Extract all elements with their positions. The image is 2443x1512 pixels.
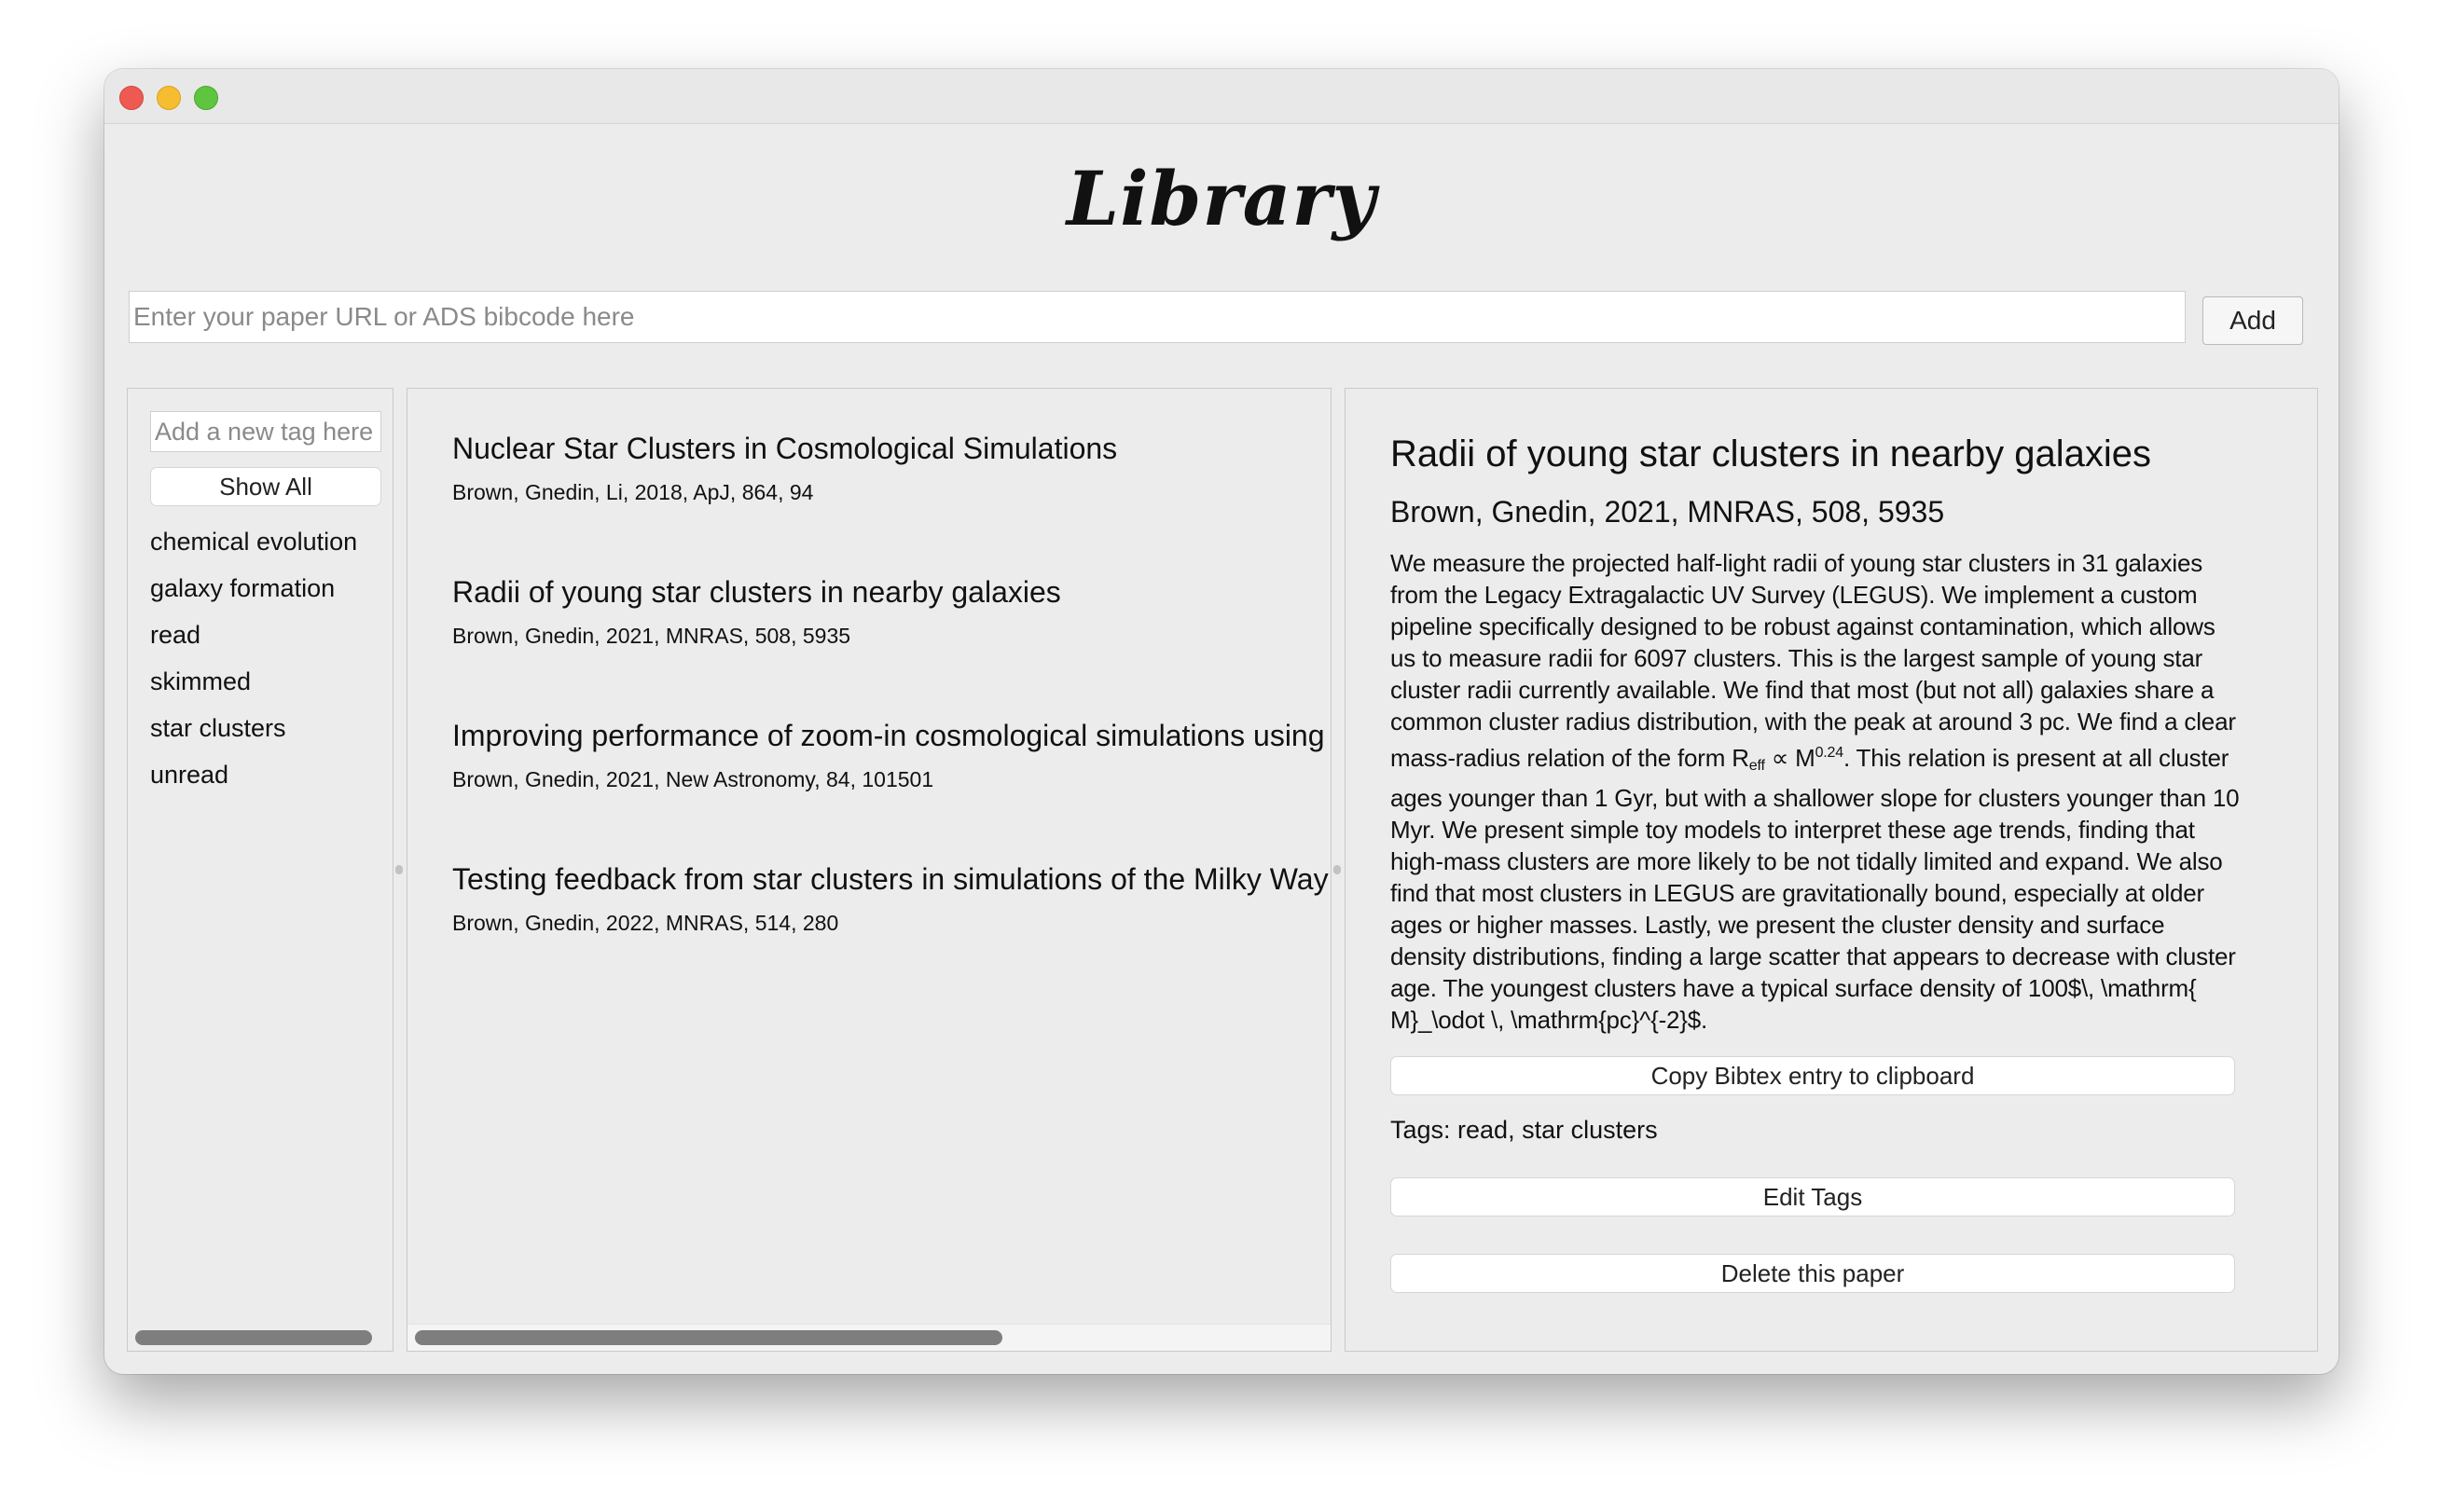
papers-list-panel: Nuclear Star Clusters in Cosmological Si… — [407, 388, 1332, 1352]
paper-url-input[interactable] — [129, 291, 2186, 343]
zoom-window-button[interactable] — [194, 86, 218, 110]
paper-list-item[interactable]: Radii of young star clusters in nearby g… — [452, 573, 1331, 649]
detail-tags: Tags: read, star clusters — [1390, 1116, 1658, 1144]
paper-detail-panel: Radii of young star clusters in nearby g… — [1345, 388, 2318, 1352]
detail-abstract: We measure the projected half-light radi… — [1390, 547, 2241, 1036]
split-handle-right[interactable] — [1333, 865, 1341, 874]
title-bar — [104, 69, 2339, 124]
abstract-subscript: eff — [1748, 758, 1765, 774]
papers-horizontal-scrollbar[interactable] — [415, 1330, 1002, 1345]
delete-paper-button[interactable]: Delete this paper — [1390, 1254, 2235, 1293]
paper-title[interactable]: Radii of young star clusters in nearby g… — [452, 573, 1331, 611]
paper-citation: Brown, Gnedin, 2021, MNRAS, 508, 5935 — [452, 624, 851, 648]
tag-item-unread[interactable]: unread — [150, 758, 357, 804]
tag-item-chemical-evolution[interactable]: chemical evolution — [150, 525, 357, 571]
show-all-button[interactable]: Show All — [150, 467, 381, 506]
tag-item-skimmed[interactable]: skimmed — [150, 665, 357, 711]
app-title: Library — [1066, 155, 1377, 242]
tag-list: chemical evolution galaxy formation read… — [150, 525, 357, 804]
abstract-text-start: We measure the projected half-light radi… — [1390, 549, 2236, 772]
detail-title: Radii of young star clusters in nearby g… — [1390, 433, 2151, 474]
tag-item-star-clusters[interactable]: star clusters — [150, 711, 357, 758]
edit-tags-button[interactable]: Edit Tags — [1390, 1177, 2235, 1216]
paper-list-item[interactable]: Improving performance of zoom-in cosmolo… — [452, 717, 1331, 792]
minimize-window-button[interactable] — [157, 86, 181, 110]
split-handle-left[interactable] — [395, 865, 403, 874]
paper-list-item[interactable]: Nuclear Star Clusters in Cosmological Si… — [452, 430, 1331, 505]
paper-citation: Brown, Gnedin, Li, 2018, ApJ, 864, 94 — [452, 480, 814, 504]
paper-list-item[interactable]: Testing feedback from star clusters in s… — [452, 860, 1331, 936]
add-paper-button[interactable]: Add — [2202, 296, 2303, 345]
tag-item-read[interactable]: read — [150, 618, 357, 665]
paper-title[interactable]: Nuclear Star Clusters in Cosmological Si… — [452, 430, 1331, 467]
detail-citation: Brown, Gnedin, 2021, MNRAS, 508, 5935 — [1390, 495, 1945, 529]
abstract-superscript: 0.24 — [1815, 745, 1844, 761]
tags-horizontal-scrollbar[interactable] — [135, 1330, 372, 1345]
tag-item-galaxy-formation[interactable]: galaxy formation — [150, 571, 357, 618]
tags-panel: Show All chemical evolution galaxy forma… — [127, 388, 393, 1352]
copy-bibtex-button[interactable]: Copy Bibtex entry to clipboard — [1390, 1056, 2235, 1095]
paper-title[interactable]: Testing feedback from star clusters in s… — [452, 860, 1331, 898]
paper-title[interactable]: Improving performance of zoom-in cosmolo… — [452, 717, 1331, 754]
new-tag-input[interactable] — [150, 411, 381, 452]
paper-citation: Brown, Gnedin, 2021, New Astronomy, 84, … — [452, 767, 934, 791]
app-window: Library Add Show All chemical evolution … — [104, 69, 2339, 1374]
abstract-proportional: ∝ M — [1764, 744, 1815, 772]
abstract-text-end: . This relation is present at all cluste… — [1390, 744, 2240, 1034]
paper-citation: Brown, Gnedin, 2022, MNRAS, 514, 280 — [452, 911, 839, 935]
close-window-button[interactable] — [119, 86, 144, 110]
